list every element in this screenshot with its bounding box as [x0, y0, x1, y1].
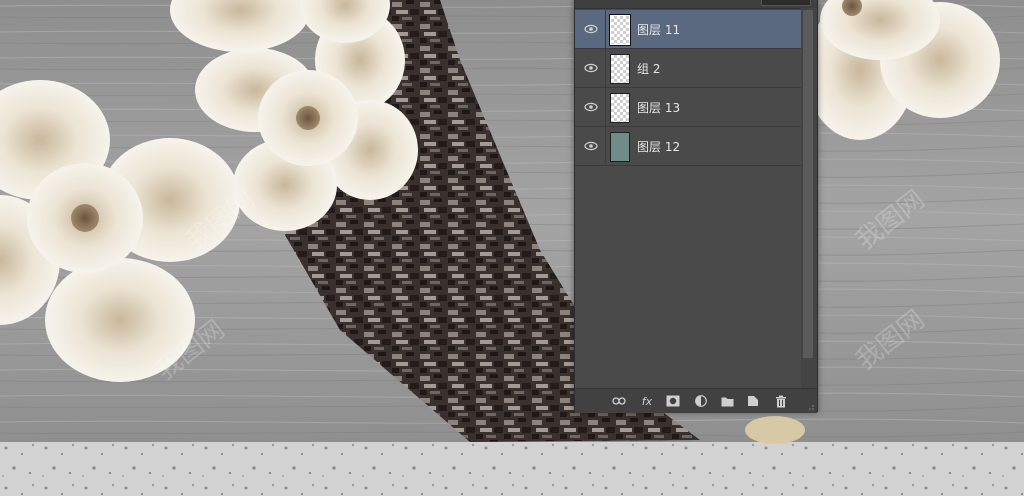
layer-name: 组 2 [637, 62, 661, 76]
layer-name: 图层 13 [637, 101, 681, 115]
adjustment-icon[interactable] [693, 393, 709, 409]
layer-name: 图层 11 [637, 23, 681, 37]
new-layer-icon[interactable] [745, 393, 761, 409]
layer-row[interactable]: 图层 12 [575, 127, 801, 166]
layer-row[interactable]: 图层 13 [575, 88, 801, 127]
layer-row[interactable]: 图层 11 [575, 10, 801, 49]
scrollbar-thumb[interactable] [803, 10, 813, 358]
layer-thumbnail [610, 54, 630, 84]
fx-icon[interactable]: fx [639, 393, 655, 409]
mask-icon[interactable] [665, 393, 681, 409]
layer-thumbnail [610, 132, 630, 162]
trash-icon[interactable] [773, 393, 789, 409]
eye-icon[interactable] [583, 60, 599, 76]
layers-panel: 图层 11 组 2 图层 13 图层 12 fx [574, 0, 818, 413]
folder-icon[interactable] [719, 393, 735, 409]
link-icon[interactable] [611, 393, 627, 409]
canvas-artwork [0, 0, 1024, 496]
eye-icon[interactable] [583, 99, 599, 115]
eye-icon[interactable] [583, 21, 599, 37]
layer-row[interactable]: 组 2 [575, 49, 801, 88]
layers-toolbar: fx [575, 388, 817, 413]
panel-header-strip [575, 0, 817, 9]
eye-icon[interactable] [583, 138, 599, 154]
layer-name: 图层 12 [637, 140, 681, 154]
resize-grip-icon[interactable] [807, 403, 815, 411]
layer-thumbnail [609, 14, 631, 46]
opacity-field[interactable] [761, 0, 811, 6]
layer-thumbnail [610, 93, 630, 123]
